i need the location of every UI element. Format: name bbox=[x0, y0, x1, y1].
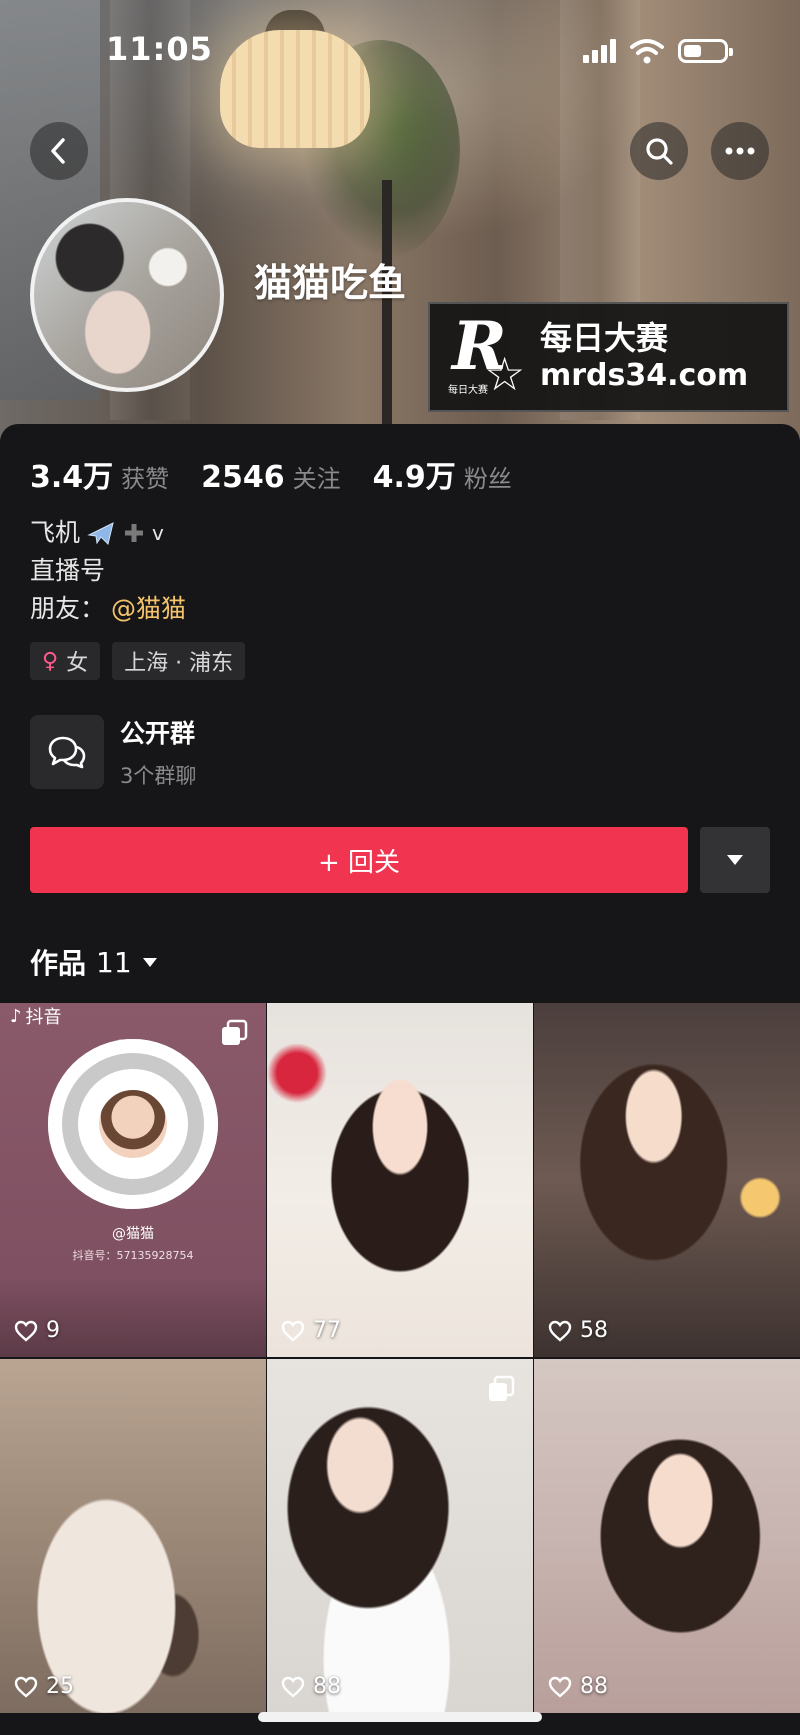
status-time: 11:05 bbox=[106, 30, 213, 68]
post-likes: 9 bbox=[14, 1318, 60, 1343]
gender-tag: ♀ 女 bbox=[30, 642, 101, 680]
bio-line: 飞机 v bbox=[30, 518, 164, 547]
qr-avatar bbox=[96, 1087, 170, 1161]
heart-icon bbox=[281, 1320, 305, 1342]
douyin-brand: ♪ 抖音 bbox=[10, 1005, 62, 1029]
post-likes: 88 bbox=[548, 1674, 608, 1699]
post-thumbnail[interactable]: 58 bbox=[534, 1003, 800, 1357]
watermark-logo: R ☆ 每日大赛 bbox=[448, 307, 526, 401]
post-thumbnail[interactable]: 88 bbox=[267, 1359, 533, 1713]
background-lamp-pole bbox=[382, 180, 392, 440]
profile-stats: 3.4万 获赞 2546 关注 4.9万 粉丝 bbox=[30, 452, 512, 496]
post-thumbnail[interactable]: 25 bbox=[0, 1359, 266, 1713]
multi-image-icon bbox=[489, 1375, 515, 1401]
airplane-icon bbox=[87, 522, 114, 545]
public-group-entry[interactable]: 公开群 3个群聊 bbox=[30, 714, 196, 790]
posts-grid: ♪ 抖音 @猫猫 抖音号：57135928754 9 77 58 25 88 8… bbox=[0, 1003, 800, 1713]
caret-down-icon bbox=[142, 957, 157, 967]
watermark-url: mrds34.com bbox=[540, 358, 749, 393]
background-lamp bbox=[220, 30, 370, 148]
plus-icon bbox=[125, 524, 144, 542]
signal-icon bbox=[583, 39, 616, 63]
tab-works[interactable]: 作品 11 bbox=[30, 942, 158, 982]
heart-icon bbox=[14, 1676, 38, 1698]
friend-link[interactable]: @猫猫 bbox=[111, 590, 186, 628]
female-icon: ♀ bbox=[42, 648, 59, 674]
post-thumbnail[interactable]: 77 bbox=[267, 1003, 533, 1357]
status-icons bbox=[583, 38, 733, 64]
multi-image-icon bbox=[222, 1019, 248, 1045]
post-likes: 88 bbox=[281, 1674, 341, 1699]
chat-group-icon bbox=[30, 715, 104, 789]
follow-back-button[interactable]: + 回关 bbox=[30, 827, 688, 893]
qr-code bbox=[48, 1039, 218, 1209]
location-tag: 上海 · 浦东 bbox=[112, 642, 246, 680]
heart-icon bbox=[14, 1320, 38, 1342]
qr-account-id: 抖音号：57135928754 bbox=[72, 1249, 194, 1262]
post-likes: 25 bbox=[14, 1674, 74, 1699]
more-actions-dropdown[interactable] bbox=[700, 827, 770, 893]
profile-bio: 飞机 v 直播号 朋友： @猫猫 bbox=[30, 514, 186, 628]
watermark-banner: R ☆ 每日大赛 每日大赛 mrds34.com bbox=[428, 302, 789, 412]
heart-icon bbox=[548, 1320, 572, 1342]
qr-username: @猫猫 bbox=[112, 1226, 154, 1242]
douyin-icon: ♪ bbox=[10, 1005, 22, 1027]
avatar[interactable] bbox=[30, 198, 224, 392]
search-button[interactable] bbox=[630, 122, 688, 180]
post-likes: 58 bbox=[548, 1318, 608, 1343]
stat-following[interactable]: 2546 关注 bbox=[201, 459, 341, 495]
wifi-icon bbox=[630, 39, 664, 64]
star-icon: ☆ bbox=[484, 347, 526, 401]
caret-down-icon bbox=[727, 855, 743, 865]
post-likes: 77 bbox=[281, 1318, 341, 1343]
group-title: 公开群 bbox=[120, 719, 196, 748]
post-thumbnail[interactable]: ♪ 抖音 @猫猫 抖音号：57135928754 9 bbox=[0, 1003, 266, 1357]
more-button[interactable] bbox=[711, 122, 769, 180]
search-icon bbox=[646, 138, 673, 165]
home-indicator[interactable] bbox=[258, 1712, 542, 1722]
more-icon bbox=[725, 147, 755, 155]
watermark-title: 每日大赛 bbox=[540, 319, 669, 357]
profile-info-panel: 3.4万 获赞 2546 关注 4.9万 粉丝 飞机 v 直播号 朋友： @猫猫 bbox=[0, 424, 800, 1004]
back-button[interactable] bbox=[30, 122, 88, 180]
profile-nickname: 猫猫吃鱼 bbox=[254, 261, 407, 305]
bio-friend-line: 朋友： @猫猫 bbox=[30, 590, 186, 628]
group-subtitle: 3个群聊 bbox=[120, 764, 197, 788]
stat-likes[interactable]: 3.4万 获赞 bbox=[30, 452, 169, 496]
heart-icon bbox=[281, 1676, 305, 1698]
back-icon bbox=[51, 138, 65, 164]
bio-line: 直播号 bbox=[30, 556, 106, 585]
post-thumbnail[interactable]: 88 bbox=[534, 1359, 800, 1713]
profile-header: 11:05 猫猫吃鱼 R ☆ 每日大赛 每日大赛 mrds34.com bbox=[0, 0, 800, 440]
profile-tags: ♀ 女 上海 · 浦东 bbox=[30, 642, 246, 680]
heart-icon bbox=[548, 1676, 572, 1698]
battery-icon bbox=[678, 39, 733, 63]
stat-followers[interactable]: 4.9万 粉丝 bbox=[373, 452, 512, 496]
